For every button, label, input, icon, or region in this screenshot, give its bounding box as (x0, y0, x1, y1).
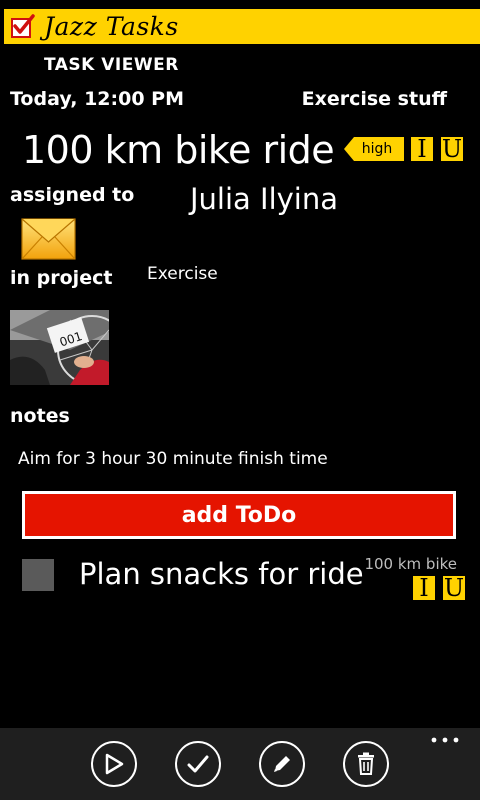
due-date: Today, 12:00 PM (10, 88, 184, 110)
start-button[interactable] (91, 741, 137, 787)
edit-icon (274, 756, 290, 772)
play-icon (105, 753, 124, 775)
todo-text[interactable]: Plan snacks for ride (79, 557, 364, 591)
edit-button[interactable] (259, 741, 305, 787)
todo-important-flag: I (412, 575, 436, 601)
todo-checkbox[interactable] (22, 559, 54, 591)
add-todo-button[interactable]: add ToDo (22, 491, 456, 539)
project-label: in project (10, 267, 113, 289)
project-name[interactable]: Exercise (147, 264, 218, 284)
more-icon[interactable] (430, 732, 460, 746)
task-title: 100 km bike ride (22, 128, 335, 172)
important-flag: I (410, 136, 434, 162)
todo-urgent-flag: U (442, 574, 466, 602)
delete-button[interactable] (343, 741, 389, 787)
assigned-label: assigned to (10, 184, 135, 206)
delete-icon (358, 752, 374, 775)
complete-button[interactable] (175, 741, 221, 787)
priority-label: high (361, 141, 393, 157)
app-title: Jazz Tasks (44, 12, 179, 41)
checkbox-logo-icon (11, 13, 35, 38)
app-header: Jazz Tasks (4, 9, 480, 44)
priority-tag: high (344, 137, 404, 161)
page-title: TASK VIEWER (44, 55, 179, 75)
check-icon (187, 755, 209, 773)
app-bar (0, 728, 480, 800)
notes-label: notes (10, 405, 70, 427)
todo-parent-task: 100 km bike (364, 555, 457, 573)
urgent-flag: U (440, 135, 464, 163)
bike-photo-image: 001 (10, 310, 109, 385)
notes-text: Aim for 3 hour 30 minute finish time (18, 449, 328, 469)
add-todo-label: add ToDo (181, 502, 297, 528)
mail-icon[interactable] (21, 218, 76, 260)
task-photo[interactable]: 001 (10, 310, 109, 385)
task-category: Exercise stuff (301, 88, 447, 110)
assignee-name: Julia Ilyina (190, 182, 339, 216)
